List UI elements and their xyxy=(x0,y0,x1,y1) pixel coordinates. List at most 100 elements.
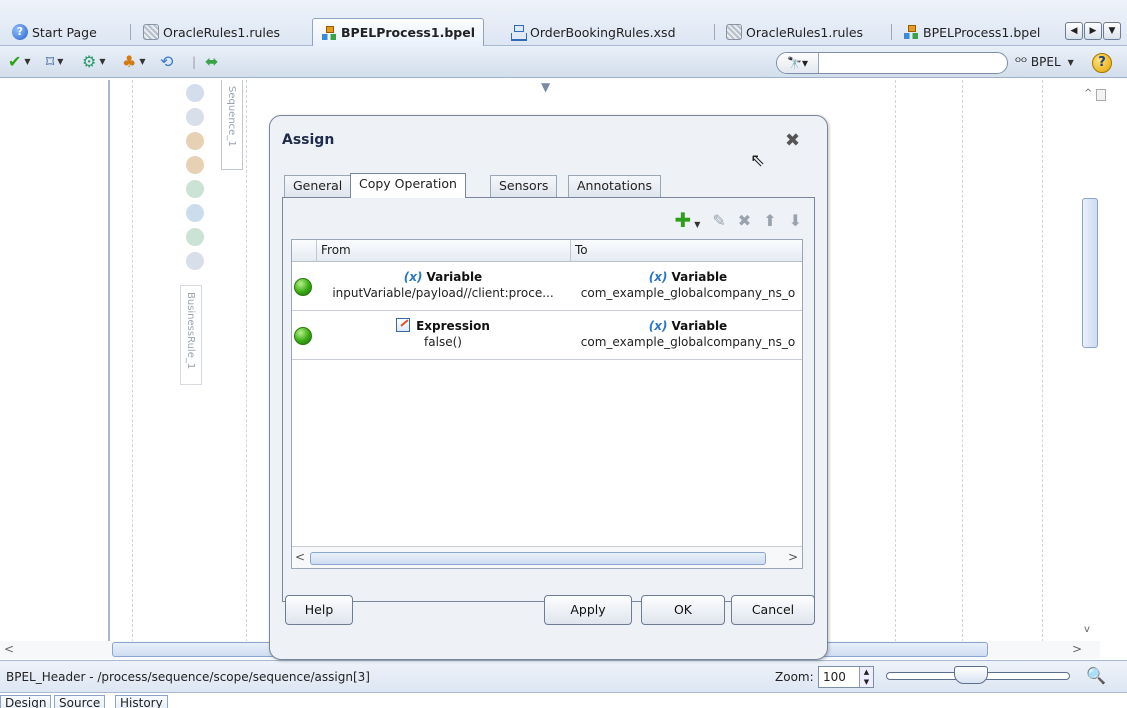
sync-icon[interactable]: ⟲ xyxy=(160,52,173,72)
column-header-from[interactable]: From xyxy=(321,243,351,257)
move-up-icon[interactable]: ⬆ xyxy=(763,211,776,230)
variable-icon: (x) xyxy=(648,319,668,333)
from-kind: Variable xyxy=(426,270,483,284)
scroll-down-icon[interactable]: v xyxy=(1084,624,1090,635)
table-row[interactable]: Expression false() (x) Variable com_examp… xyxy=(292,311,802,360)
process-icon[interactable]: ⚙ ▼ xyxy=(82,52,106,72)
receive-icon xyxy=(186,156,204,174)
scroll-left-icon[interactable]: < xyxy=(295,550,305,564)
tab-general[interactable]: General xyxy=(284,175,352,197)
deploy-icon[interactable]: ⬌ xyxy=(205,52,218,72)
table-scroll-thumb[interactable] xyxy=(310,552,766,565)
bookmark-icon[interactable]: ⌑ ▼ xyxy=(46,52,63,72)
copy-rules-table: From To (x) Variable inputVariable/payloa… xyxy=(291,239,803,569)
move-down-icon[interactable]: ⬇ xyxy=(789,211,802,230)
tab-copy-operation[interactable]: Copy Operation xyxy=(350,173,466,198)
tab-start-page[interactable]: ? Start Page xyxy=(4,20,105,44)
tab-separator xyxy=(130,24,131,40)
search-input[interactable] xyxy=(825,54,1005,72)
rules-icon xyxy=(143,24,159,40)
table-header: From To xyxy=(292,240,802,262)
tab-label: BPELProcess1.bpel xyxy=(341,25,475,40)
tab-annotations[interactable]: Annotations xyxy=(568,175,662,197)
zoom-label: Zoom: xyxy=(775,670,814,684)
status-ok-icon xyxy=(294,278,312,296)
flow-icon xyxy=(186,228,204,246)
from-value: false() xyxy=(424,335,462,349)
to-kind: Variable xyxy=(671,270,728,284)
tab-sensors[interactable]: Sensors xyxy=(490,175,558,197)
scroll-right-icon[interactable]: > xyxy=(788,550,798,564)
ok-button[interactable]: OK xyxy=(641,595,725,625)
tab-list-icon[interactable]: ▼ xyxy=(1103,22,1121,40)
search-box: 🔭▾ xyxy=(776,52,1008,74)
to-cell: (x) Variable com_example_globalcompany_ns… xyxy=(572,269,802,301)
table-horizontal-scrollbar[interactable]: < > xyxy=(292,546,802,568)
help-button-icon[interactable]: ? xyxy=(1092,53,1112,73)
expression-icon xyxy=(396,318,411,332)
xsd-icon xyxy=(510,24,527,41)
gear-icon xyxy=(186,108,204,126)
help-button-label: Help xyxy=(304,602,334,617)
scroll-up-icon[interactable]: ^ xyxy=(1084,88,1092,99)
table-row[interactable]: (x) Variable inputVariable/payload//clien… xyxy=(292,262,802,311)
bpel-mode-label: BPEL xyxy=(1030,55,1061,69)
cancel-button[interactable]: Cancel xyxy=(731,595,815,625)
edit-icon[interactable]: ✎ xyxy=(712,211,725,230)
zoom-slider-thumb[interactable] xyxy=(954,666,988,684)
scroll-right-icon[interactable]: > xyxy=(1072,642,1082,656)
toolbar-separator: | xyxy=(192,55,197,69)
to-value: com_example_globalcompany_ns_o xyxy=(580,286,796,300)
apply-button[interactable]: Apply xyxy=(544,595,632,625)
scroll-left-icon[interactable]: < xyxy=(4,642,14,656)
tab-next-icon[interactable]: ▶ xyxy=(1084,22,1102,40)
to-cell: (x) Variable com_example_globalcompany_ns… xyxy=(572,318,802,350)
view-tabs: Design Source History xyxy=(0,692,1127,708)
vertical-scrollbar[interactable]: ^ v xyxy=(1080,86,1106,642)
tab-history[interactable]: History xyxy=(115,695,168,708)
partner-link-icon[interactable]: ♣ ▼ xyxy=(122,52,146,72)
variable-icon: (x) xyxy=(648,270,668,284)
tab-source[interactable]: Source xyxy=(54,695,106,708)
ok-button-label: OK xyxy=(673,602,693,617)
rules-icon xyxy=(726,24,742,40)
status-path: BPEL_Header - /process/sequence/scope/se… xyxy=(6,670,370,684)
help-icon: ? xyxy=(12,24,28,40)
tab-separator xyxy=(891,24,892,40)
tab-bpelprocess1-active[interactable]: BPELProcess1.bpel xyxy=(312,18,484,46)
tab-prev-icon[interactable]: ◀ xyxy=(1065,22,1083,40)
close-icon[interactable]: ✖ xyxy=(785,130,800,151)
tab-oraclerules1-second[interactable]: OracleRules1.rules xyxy=(718,20,871,44)
validate-icon[interactable]: ✔ ▼ xyxy=(8,52,31,72)
zoom-fit-icon[interactable]: 🔍 xyxy=(1086,666,1106,685)
column-header-to[interactable]: To xyxy=(575,243,588,257)
binoculars-icon[interactable]: 🔭▾ xyxy=(777,53,819,73)
tab-orderbookingrules-xsd[interactable]: OrderBookingRules.xsd xyxy=(502,20,684,44)
help-button[interactable]: Help xyxy=(285,595,353,625)
lane-line xyxy=(108,80,110,642)
cancel-button-label: Cancel xyxy=(751,602,795,617)
tab-label: OracleRules1.rules xyxy=(163,24,281,40)
delete-icon[interactable]: ✖ xyxy=(738,211,751,230)
add-icon[interactable]: ✚ ▼ xyxy=(674,208,700,232)
zoom-spinner[interactable]: 100 ▲ ▼ xyxy=(818,666,874,688)
to-value: com_example_globalcompany_ns_o xyxy=(580,335,796,349)
businessrule-label: BusinessRule_1 xyxy=(185,292,196,370)
bpel-mode-selector[interactable]: ᴼᴼ BPEL ▼ xyxy=(1015,55,1074,69)
zoom-spin-arrows-icon[interactable]: ▲ ▼ xyxy=(859,667,873,687)
variable-icon: (x) xyxy=(403,270,423,284)
split-icon[interactable] xyxy=(1096,89,1106,101)
lane-line xyxy=(962,80,963,642)
gear-icon xyxy=(186,252,204,270)
reply-icon xyxy=(186,180,204,198)
status-bar: BPEL_Header - /process/sequence/scope/se… xyxy=(0,660,1127,692)
status-ok-icon xyxy=(294,327,312,345)
copy-actions: ✚ ▼ ✎ ✖ ⬆ ⬇ xyxy=(674,208,802,232)
tab-bpelprocess1-second[interactable]: BPELProcess1.bpel xyxy=(895,20,1048,44)
from-cell: (x) Variable inputVariable/payload//clien… xyxy=(316,269,570,301)
vertical-scroll-thumb[interactable] xyxy=(1082,198,1098,348)
tab-design[interactable]: Design xyxy=(0,695,52,708)
tab-navigation: ◀ ▶ ▼ xyxy=(1065,22,1121,40)
tab-oraclerules1[interactable]: OracleRules1.rules xyxy=(135,20,288,44)
invoke-icon xyxy=(186,132,204,150)
